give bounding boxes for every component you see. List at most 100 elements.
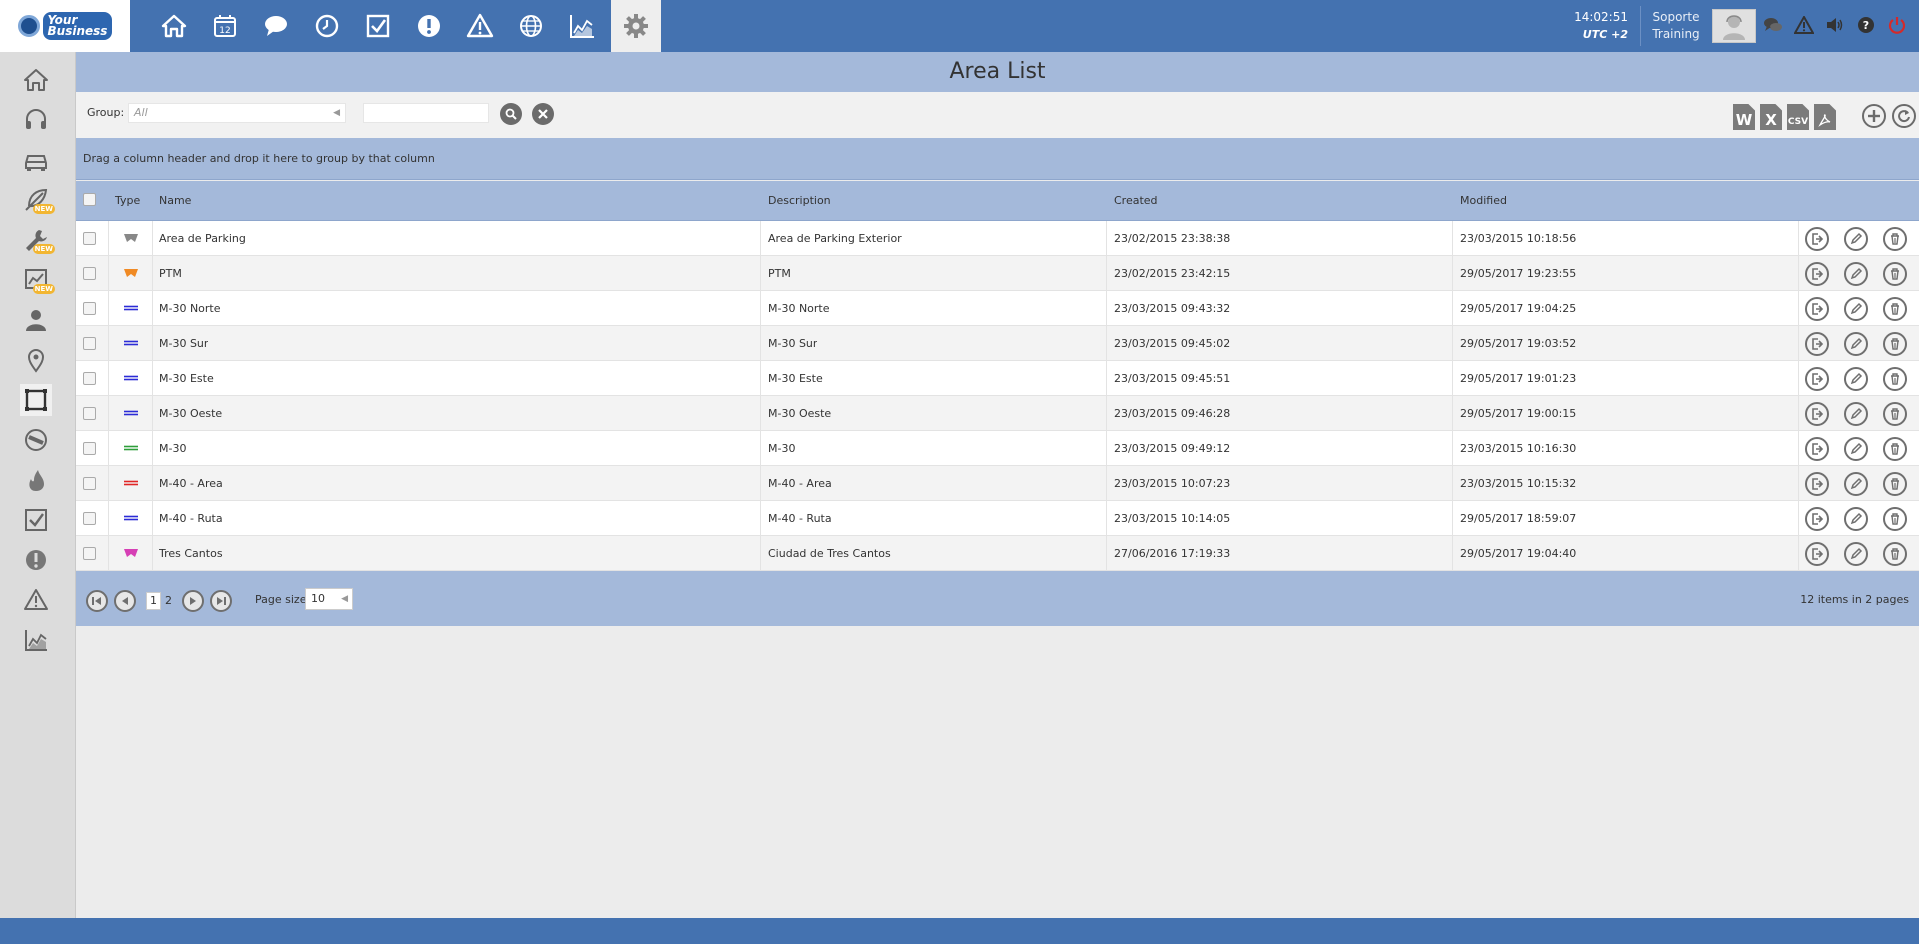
search-button[interactable] xyxy=(500,103,522,125)
sidebar-item-restrictions[interactable] xyxy=(20,424,52,456)
refresh-button[interactable] xyxy=(1892,104,1916,128)
nav-settings[interactable] xyxy=(611,0,661,52)
view-area-button[interactable] xyxy=(1805,332,1829,356)
sidebar-item-reports[interactable] xyxy=(20,624,52,656)
view-area-button[interactable] xyxy=(1805,437,1829,461)
edit-area-button[interactable] xyxy=(1844,227,1868,251)
previous-page-button[interactable] xyxy=(114,590,136,612)
nav-globe[interactable] xyxy=(505,0,556,52)
column-header-description[interactable]: Description xyxy=(768,181,831,221)
edit-area-button[interactable] xyxy=(1844,437,1868,461)
page-size-select[interactable]: 10 ◀ xyxy=(305,588,353,610)
logo[interactable]: Your Business xyxy=(0,0,130,52)
delete-area-button[interactable] xyxy=(1883,402,1907,426)
table-row[interactable]: M-40 - Ruta M-40 - Ruta 23/03/2015 10:14:0… xyxy=(76,501,1919,536)
view-area-button[interactable] xyxy=(1805,472,1829,496)
chat-bubbles-icon[interactable] xyxy=(1762,14,1784,36)
row-checkbox[interactable] xyxy=(83,372,96,385)
sidebar-item-warnings[interactable] xyxy=(20,584,52,616)
export-pdf-button[interactable] xyxy=(1814,104,1836,130)
table-row[interactable]: PTM PTM 23/02/2015 23:42:15 29/05/2017 19:2… xyxy=(76,256,1919,291)
column-header-created[interactable]: Created xyxy=(1114,181,1158,221)
view-area-button[interactable] xyxy=(1805,367,1829,391)
edit-area-button[interactable] xyxy=(1844,402,1868,426)
row-checkbox[interactable] xyxy=(83,477,96,490)
sidebar-item-areas[interactable] xyxy=(20,384,52,416)
page-2-link[interactable]: 2 xyxy=(165,594,172,607)
avatar[interactable] xyxy=(1712,9,1756,43)
edit-area-button[interactable] xyxy=(1844,297,1868,321)
nav-reports[interactable] xyxy=(556,0,607,52)
clear-search-button[interactable] xyxy=(532,103,554,125)
delete-area-button[interactable] xyxy=(1883,297,1907,321)
nav-tasks[interactable] xyxy=(352,0,403,52)
select-all-checkbox[interactable] xyxy=(83,193,96,206)
row-checkbox[interactable] xyxy=(83,512,96,525)
row-checkbox[interactable] xyxy=(83,337,96,350)
row-checkbox[interactable] xyxy=(83,547,96,560)
delete-area-button[interactable] xyxy=(1883,507,1907,531)
edit-area-button[interactable] xyxy=(1844,332,1868,356)
add-area-button[interactable] xyxy=(1862,104,1886,128)
row-checkbox[interactable] xyxy=(83,302,96,315)
sidebar-item-pois[interactable] xyxy=(20,344,52,376)
row-checkbox[interactable] xyxy=(83,232,96,245)
table-row[interactable]: M-40 - Area M-40 - Area 23/03/2015 10:07:2… xyxy=(76,466,1919,501)
view-area-button[interactable] xyxy=(1805,542,1829,566)
export-word-button[interactable]: W xyxy=(1733,104,1755,130)
view-area-button[interactable] xyxy=(1805,507,1829,531)
next-page-button[interactable] xyxy=(182,590,204,612)
sidebar-item-maintenance[interactable]: NEW xyxy=(20,224,55,256)
sidebar-item-support[interactable] xyxy=(20,104,52,136)
nav-clock[interactable] xyxy=(301,0,352,52)
delete-area-button[interactable] xyxy=(1883,367,1907,391)
delete-area-button[interactable] xyxy=(1883,437,1907,461)
export-csv-button[interactable]: CSV xyxy=(1787,104,1809,130)
nav-warnings[interactable] xyxy=(454,0,505,52)
sidebar-item-home[interactable] xyxy=(20,64,52,96)
table-row[interactable]: Tres Cantos Ciudad de Tres Cantos 27/06/20… xyxy=(76,536,1919,571)
warning-icon[interactable] xyxy=(1793,14,1815,36)
power-icon[interactable] xyxy=(1886,14,1908,36)
view-area-button[interactable] xyxy=(1805,297,1829,321)
sidebar-item-users[interactable] xyxy=(20,304,52,336)
delete-area-button[interactable] xyxy=(1883,227,1907,251)
group-select[interactable]: All ◀ xyxy=(128,103,346,123)
view-area-button[interactable] xyxy=(1805,402,1829,426)
row-checkbox[interactable] xyxy=(83,267,96,280)
column-header-type[interactable]: Type xyxy=(115,181,140,221)
table-row[interactable]: Area de Parking Area de Parking Exterior 2… xyxy=(76,221,1919,256)
view-area-button[interactable] xyxy=(1805,227,1829,251)
speaker-icon[interactable] xyxy=(1824,14,1846,36)
sidebar-item-vehicles[interactable] xyxy=(20,144,52,176)
last-page-button[interactable] xyxy=(210,590,232,612)
nav-alerts[interactable] xyxy=(403,0,454,52)
export-excel-button[interactable]: X xyxy=(1760,104,1782,130)
delete-area-button[interactable] xyxy=(1883,542,1907,566)
table-row[interactable]: M-30 Este M-30 Este 23/03/2015 09:45:51 29/… xyxy=(76,361,1919,396)
first-page-button[interactable] xyxy=(86,590,108,612)
edit-area-button[interactable] xyxy=(1844,472,1868,496)
nav-calendar[interactable]: 12 xyxy=(199,0,250,52)
column-header-name[interactable]: Name xyxy=(159,181,191,221)
sidebar-item-alerts[interactable] xyxy=(20,544,52,576)
table-row[interactable]: M-30 Oeste M-30 Oeste 23/03/2015 09:46:28 2… xyxy=(76,396,1919,431)
user-name[interactable]: Soporte Training xyxy=(1648,9,1704,43)
delete-area-button[interactable] xyxy=(1883,472,1907,496)
row-checkbox[interactable] xyxy=(83,442,96,455)
nav-chat[interactable] xyxy=(250,0,301,52)
table-row[interactable]: M-30 Sur M-30 Sur 23/03/2015 09:45:02 29/05… xyxy=(76,326,1919,361)
sidebar-item-feather[interactable]: NEW xyxy=(20,184,55,216)
column-header-modified[interactable]: Modified xyxy=(1460,181,1507,221)
help-icon[interactable]: ? xyxy=(1855,14,1877,36)
edit-area-button[interactable] xyxy=(1844,507,1868,531)
sidebar-item-dashboard[interactable]: NEW xyxy=(20,264,55,296)
group-drop-zone[interactable]: Drag a column header and drop it here to… xyxy=(76,138,1919,180)
search-input[interactable] xyxy=(363,103,489,123)
delete-area-button[interactable] xyxy=(1883,332,1907,356)
sidebar-item-fuel[interactable] xyxy=(20,464,52,496)
nav-home[interactable] xyxy=(148,0,199,52)
delete-area-button[interactable] xyxy=(1883,262,1907,286)
edit-area-button[interactable] xyxy=(1844,367,1868,391)
table-row[interactable]: M-30 M-30 23/03/2015 09:49:12 23/03/2015 10… xyxy=(76,431,1919,466)
